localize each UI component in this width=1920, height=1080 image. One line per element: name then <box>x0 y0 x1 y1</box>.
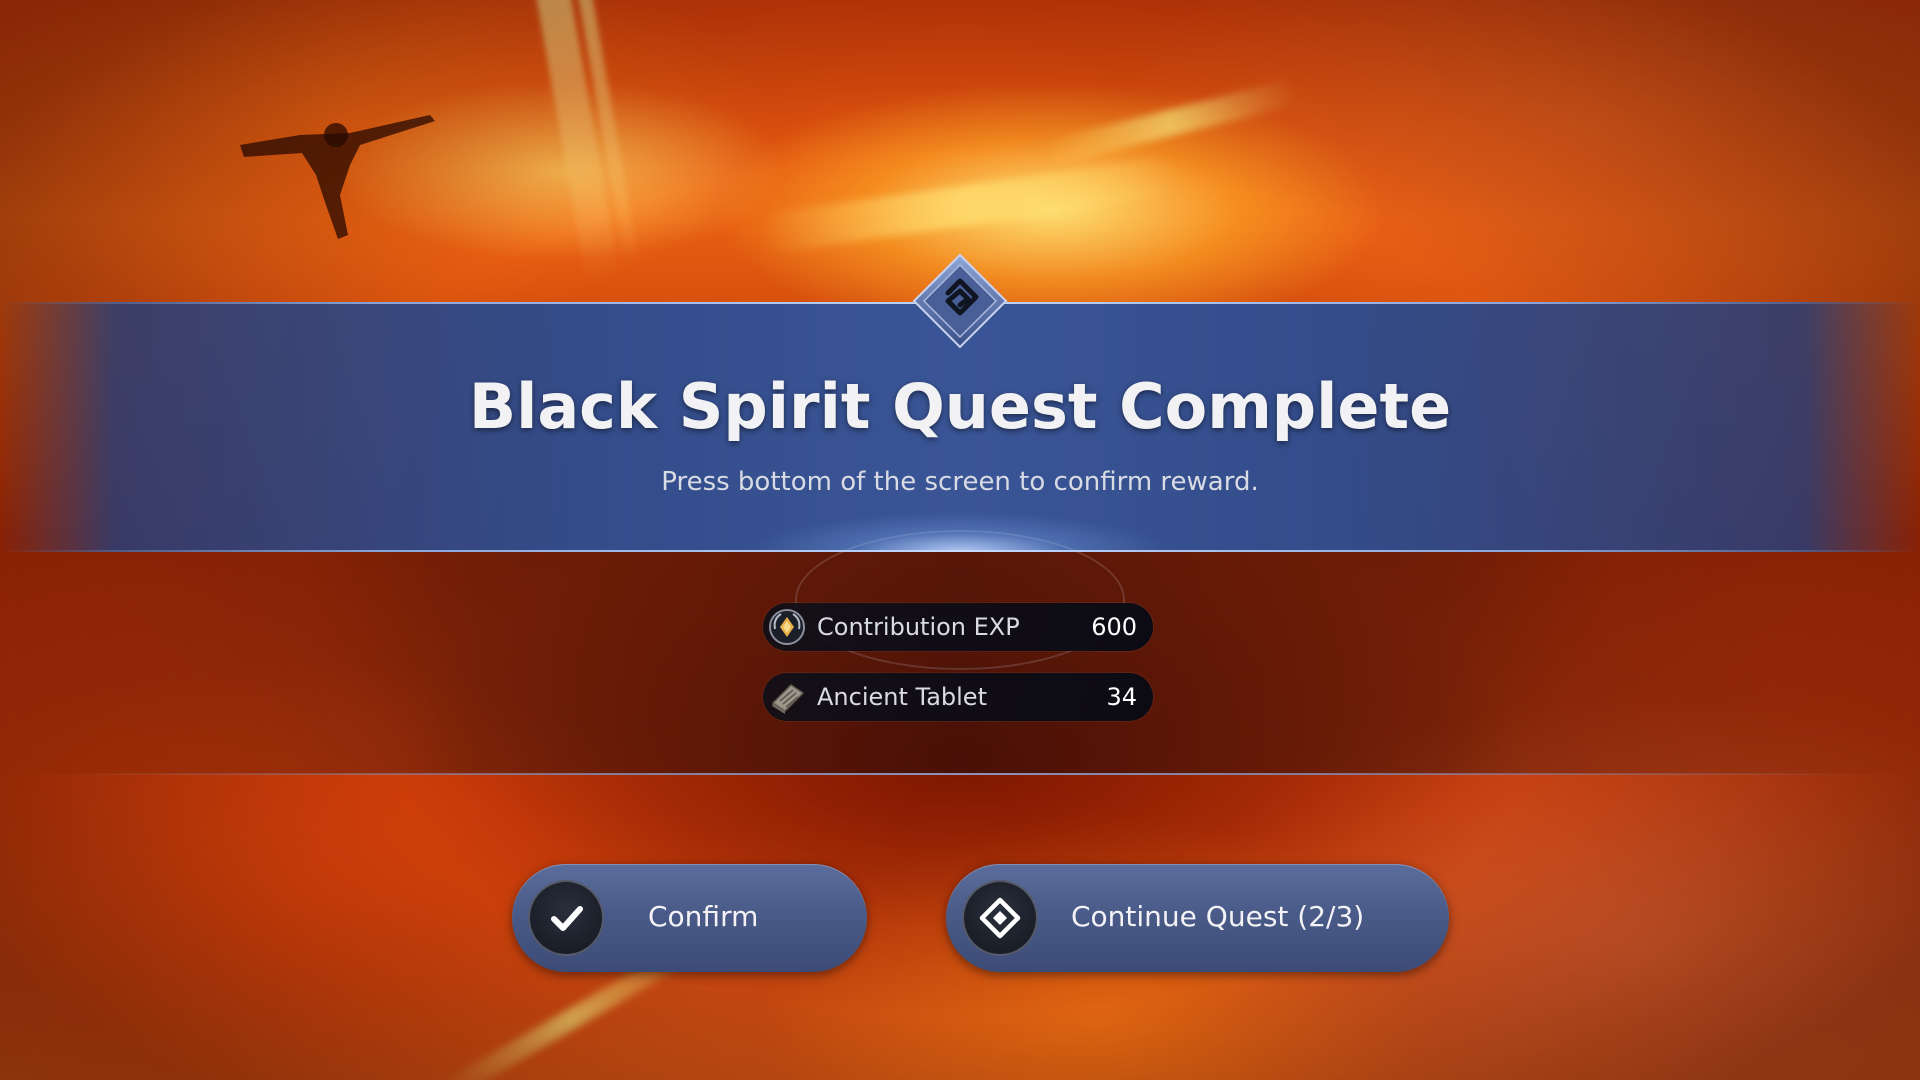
checkmark-icon <box>551 906 583 931</box>
reward-value: 34 <box>1106 683 1137 711</box>
confirm-button-icon-badge <box>528 880 604 956</box>
reward-panel-divider <box>60 773 1860 775</box>
quest-complete-title: Black Spirit Quest Complete <box>468 370 1452 443</box>
ancient-tablet-icon <box>771 684 805 714</box>
reward-label: Contribution EXP <box>817 613 1020 641</box>
quest-complete-subtitle: Press bottom of the screen to confirm re… <box>661 467 1259 497</box>
continue-quest-button[interactable]: Continue Quest (2/3) <box>946 864 1449 972</box>
continue-button-icon-badge <box>962 880 1038 956</box>
confirm-button[interactable]: Confirm <box>512 864 867 972</box>
reward-value: 600 <box>1091 613 1137 641</box>
diamond-arrow-icon <box>979 897 1021 939</box>
contribution-exp-icon <box>769 609 805 645</box>
continue-quest-button-label: Continue Quest (2/3) <box>1071 900 1365 933</box>
reward-label: Ancient Tablet <box>817 683 987 711</box>
black-spirit-emblem-icon <box>912 253 1008 349</box>
game-screen: Black Spirit Quest Complete Press bottom… <box>0 0 1920 1080</box>
confirm-button-label: Confirm <box>648 900 759 933</box>
reward-row-ancient-tablet: Ancient Tablet 34 <box>763 673 1153 721</box>
reward-row-contribution-exp: Contribution EXP 600 <box>763 603 1153 651</box>
